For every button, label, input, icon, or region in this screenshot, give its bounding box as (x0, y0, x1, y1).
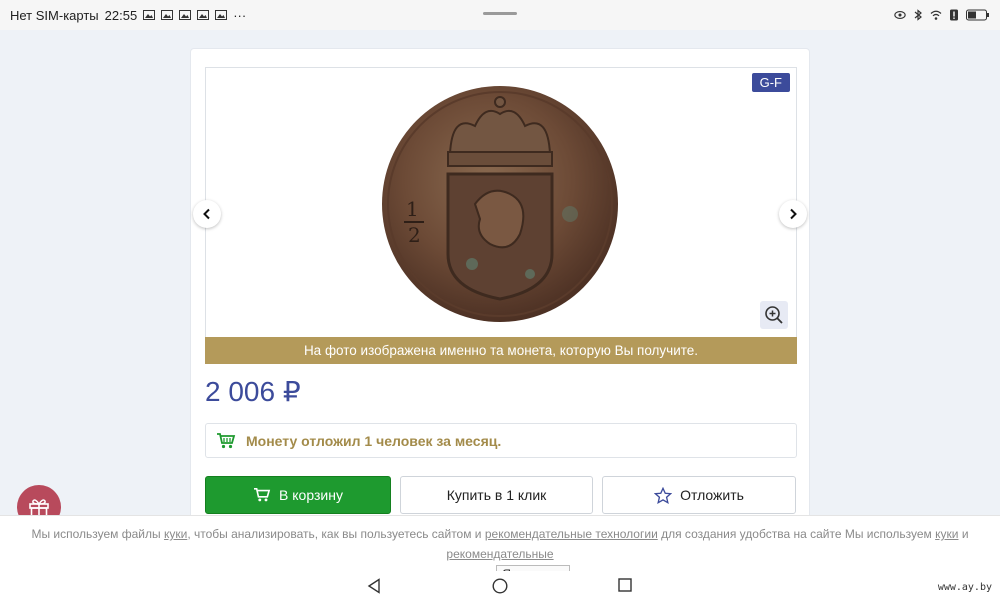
status-bar: Нет SIM-карты 22:55 ··· (0, 0, 1000, 30)
image-notification-icon (215, 10, 228, 20)
cart-icon (217, 432, 236, 448)
battery-icon (966, 9, 989, 21)
image-notification-icon (161, 10, 174, 20)
drag-handle[interactable] (483, 12, 517, 15)
cookie-text-1: Мы используем файлы (31, 527, 164, 541)
buy-one-click-label: Купить в 1 клик (446, 487, 547, 503)
svg-text:2: 2 (408, 223, 421, 247)
photo-caption: На фото изображена именно та монета, кот… (205, 337, 797, 364)
recent-apps-icon[interactable] (618, 578, 632, 592)
reserved-notice: Монету отложил 1 человек за месяц. (205, 423, 797, 458)
gallery-next-button[interactable] (779, 200, 807, 228)
zoom-in-icon (765, 306, 783, 324)
system-navigation-bar: www.ay.by (0, 571, 1000, 600)
image-notification-icon (143, 10, 156, 20)
product-card: 1 2 G-F На фото изображена именно та мон… (190, 48, 810, 528)
zoom-button[interactable] (760, 301, 788, 329)
carrier-text: Нет SIM-карты (10, 7, 99, 23)
chevron-right-icon (790, 208, 797, 220)
image-notification-icon (197, 10, 210, 20)
buy-one-click-button[interactable]: Купить в 1 клик (400, 476, 593, 514)
gallery-prev-button[interactable] (193, 200, 221, 228)
eye-icon (894, 11, 906, 19)
svg-text:1: 1 (406, 197, 419, 221)
add-to-cart-label: В корзину (279, 487, 343, 503)
cart-icon (254, 487, 271, 502)
back-icon[interactable] (367, 578, 381, 594)
add-to-cart-button[interactable]: В корзину (205, 476, 391, 514)
cookie-text-4: и (958, 527, 969, 541)
clock-text: 22:55 (104, 7, 138, 23)
recommendation-tech-link[interactable]: рекомендательные (446, 547, 553, 561)
cookie-text-3: для создания удобства на сайте Мы исполь… (657, 527, 936, 541)
product-price: 2 006 ₽ (205, 376, 301, 407)
recommendation-tech-link[interactable]: рекомендательные технологии (485, 527, 658, 541)
image-notification-icon (179, 10, 192, 20)
home-icon[interactable] (492, 578, 508, 594)
defer-button[interactable]: Отложить (602, 476, 796, 514)
watermark: www.ay.by (937, 582, 992, 593)
reserved-text: Монету отложил 1 человек за месяц. (246, 432, 502, 449)
star-icon (654, 486, 673, 504)
bluetooth-icon (914, 9, 922, 21)
coin-photo[interactable]: 1 2 (380, 84, 620, 324)
cookie-text-2: , чтобы анализировать, как вы пользуетес… (187, 527, 485, 541)
cookies-link[interactable]: куки (935, 527, 958, 541)
wifi-icon (930, 10, 942, 20)
chevron-left-icon (203, 208, 210, 220)
more-notifications-indicator: ··· (233, 7, 247, 23)
product-photo-gallery[interactable]: 1 2 G-F (205, 67, 797, 363)
defer-label: Отложить (680, 487, 744, 503)
grade-badge: G-F (751, 73, 790, 92)
alert-icon (950, 9, 958, 21)
cookies-link[interactable]: куки (164, 527, 187, 541)
cookie-notice: Мы используем файлы куки, чтобы анализир… (0, 515, 1000, 583)
